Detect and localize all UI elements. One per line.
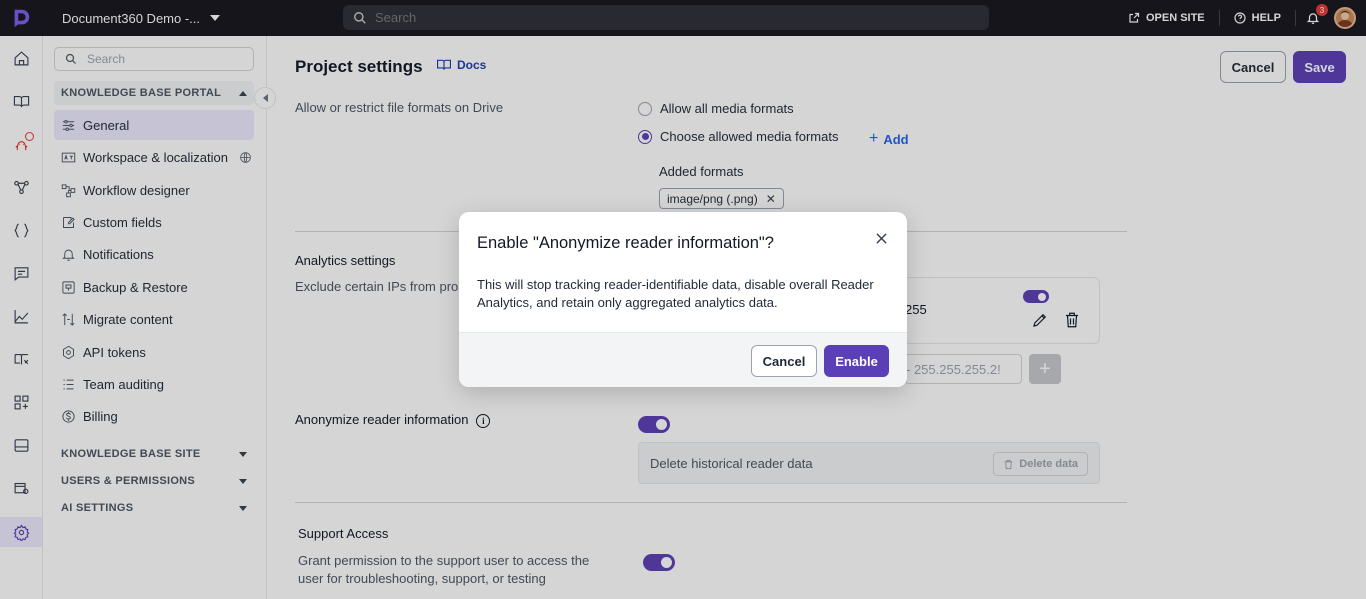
close-icon[interactable] — [873, 230, 889, 246]
dialog-enable-button[interactable]: Enable — [824, 345, 889, 377]
dialog-body: This will stop tracking reader-identifia… — [477, 277, 874, 310]
dialog-cancel-button[interactable]: Cancel — [751, 345, 817, 377]
dialog-title: Enable "Anonymize reader information"? — [477, 234, 774, 252]
dialog-footer: Cancel Enable — [459, 332, 907, 387]
confirm-dialog: Enable "Anonymize reader information"? T… — [459, 212, 907, 387]
